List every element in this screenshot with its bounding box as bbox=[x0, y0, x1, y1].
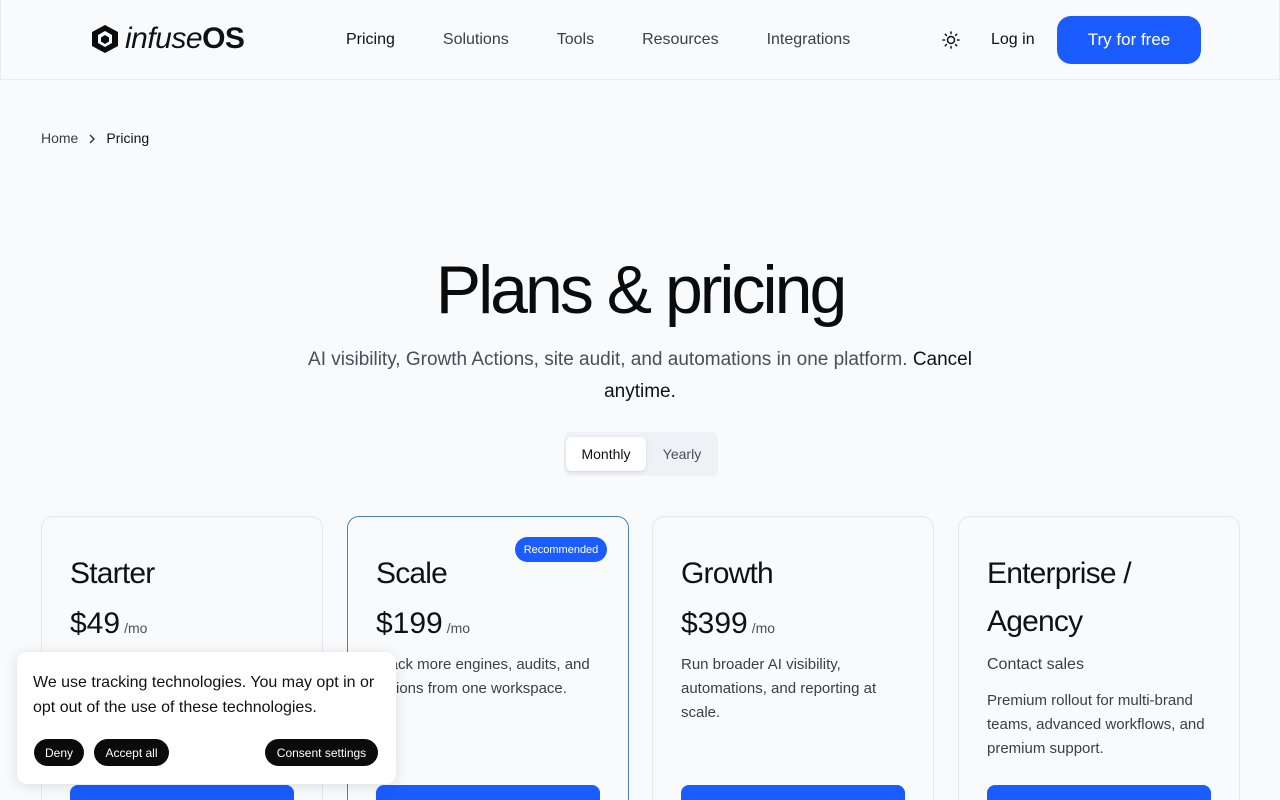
page-title: Plans & pricing bbox=[435, 252, 848, 328]
plan-name: Growth bbox=[681, 557, 774, 590]
plan-cta-button[interactable] bbox=[376, 785, 600, 800]
plan-description: Run broader AI visibility, automations, … bbox=[681, 656, 877, 721]
plan-cta-button[interactable] bbox=[70, 785, 294, 800]
breadcrumb-home[interactable]: Home bbox=[41, 130, 78, 147]
price-period: /mo bbox=[446, 620, 471, 636]
logo-icon bbox=[92, 25, 118, 53]
contact-sales-text: Contact sales bbox=[987, 656, 1084, 673]
subtitle-text: AI visibility, Growth Actions, site audi… bbox=[308, 349, 908, 370]
nav-resources[interactable]: Resources bbox=[642, 30, 718, 50]
price-amount: $199 bbox=[376, 607, 443, 640]
cookie-message: We use tracking technologies. You may op… bbox=[33, 674, 375, 716]
billing-yearly-option[interactable]: Yearly bbox=[646, 437, 718, 471]
billing-toggle: Monthly Yearly bbox=[564, 432, 718, 476]
plan-price: $199/mo bbox=[376, 607, 470, 645]
price-period: /mo bbox=[124, 620, 148, 636]
brand-logo[interactable]: infuseOS bbox=[91, 22, 245, 56]
main-nav: Pricing Solutions Tools Resources Integr… bbox=[346, 30, 850, 50]
cookie-banner: We use tracking technologies. You may op… bbox=[17, 652, 396, 784]
price-period: /mo bbox=[751, 620, 776, 636]
cookie-deny-button[interactable]: Deny bbox=[34, 739, 84, 766]
logo-wordmark: infuseOS bbox=[125, 22, 245, 55]
nav-pricing[interactable]: Pricing bbox=[346, 30, 395, 50]
cookie-accept-all-button[interactable]: Accept all bbox=[94, 739, 169, 766]
plan-name: Scale bbox=[376, 557, 448, 590]
page-subtitle: AI visibility, Growth Actions, site audi… bbox=[280, 344, 1000, 408]
chevron-right-icon bbox=[89, 134, 96, 143]
plan-name: Enterprise / Agency bbox=[987, 557, 1132, 638]
cookie-consent-settings-button[interactable]: Consent settings bbox=[265, 739, 378, 766]
plan-cta-button[interactable] bbox=[987, 785, 1211, 800]
plan-description: Track more engines, audits, and actions … bbox=[376, 656, 590, 697]
try-for-free-button[interactable]: Try for free bbox=[1057, 16, 1201, 64]
nav-integrations[interactable]: Integrations bbox=[767, 30, 851, 50]
plan-description: Premium rollout for multi-brand teams, a… bbox=[987, 692, 1205, 757]
site-header: infuseOS Pricing Solutions Tools Resourc… bbox=[0, 0, 1280, 80]
plan-name: Starter bbox=[70, 557, 155, 590]
plan-price: $49/mo bbox=[70, 607, 147, 645]
price-amount: $49 bbox=[70, 607, 121, 640]
nav-solutions[interactable]: Solutions bbox=[443, 30, 509, 50]
price-amount: $399 bbox=[681, 607, 748, 640]
breadcrumb: Home Pricing bbox=[41, 130, 149, 147]
plan-cta-button[interactable] bbox=[681, 785, 905, 800]
plan-price: $399/mo bbox=[681, 607, 775, 645]
breadcrumb-current: Pricing bbox=[106, 130, 150, 146]
login-link[interactable]: Log in bbox=[991, 30, 1035, 50]
sun-icon[interactable] bbox=[942, 31, 960, 49]
plan-card-growth: Growth $399/mo Run broader AI visibility… bbox=[652, 516, 934, 800]
nav-tools[interactable]: Tools bbox=[557, 30, 594, 50]
plan-card-enterprise: Enterprise / Agency Contact sales Premiu… bbox=[958, 516, 1240, 800]
billing-monthly-option[interactable]: Monthly bbox=[566, 437, 646, 471]
